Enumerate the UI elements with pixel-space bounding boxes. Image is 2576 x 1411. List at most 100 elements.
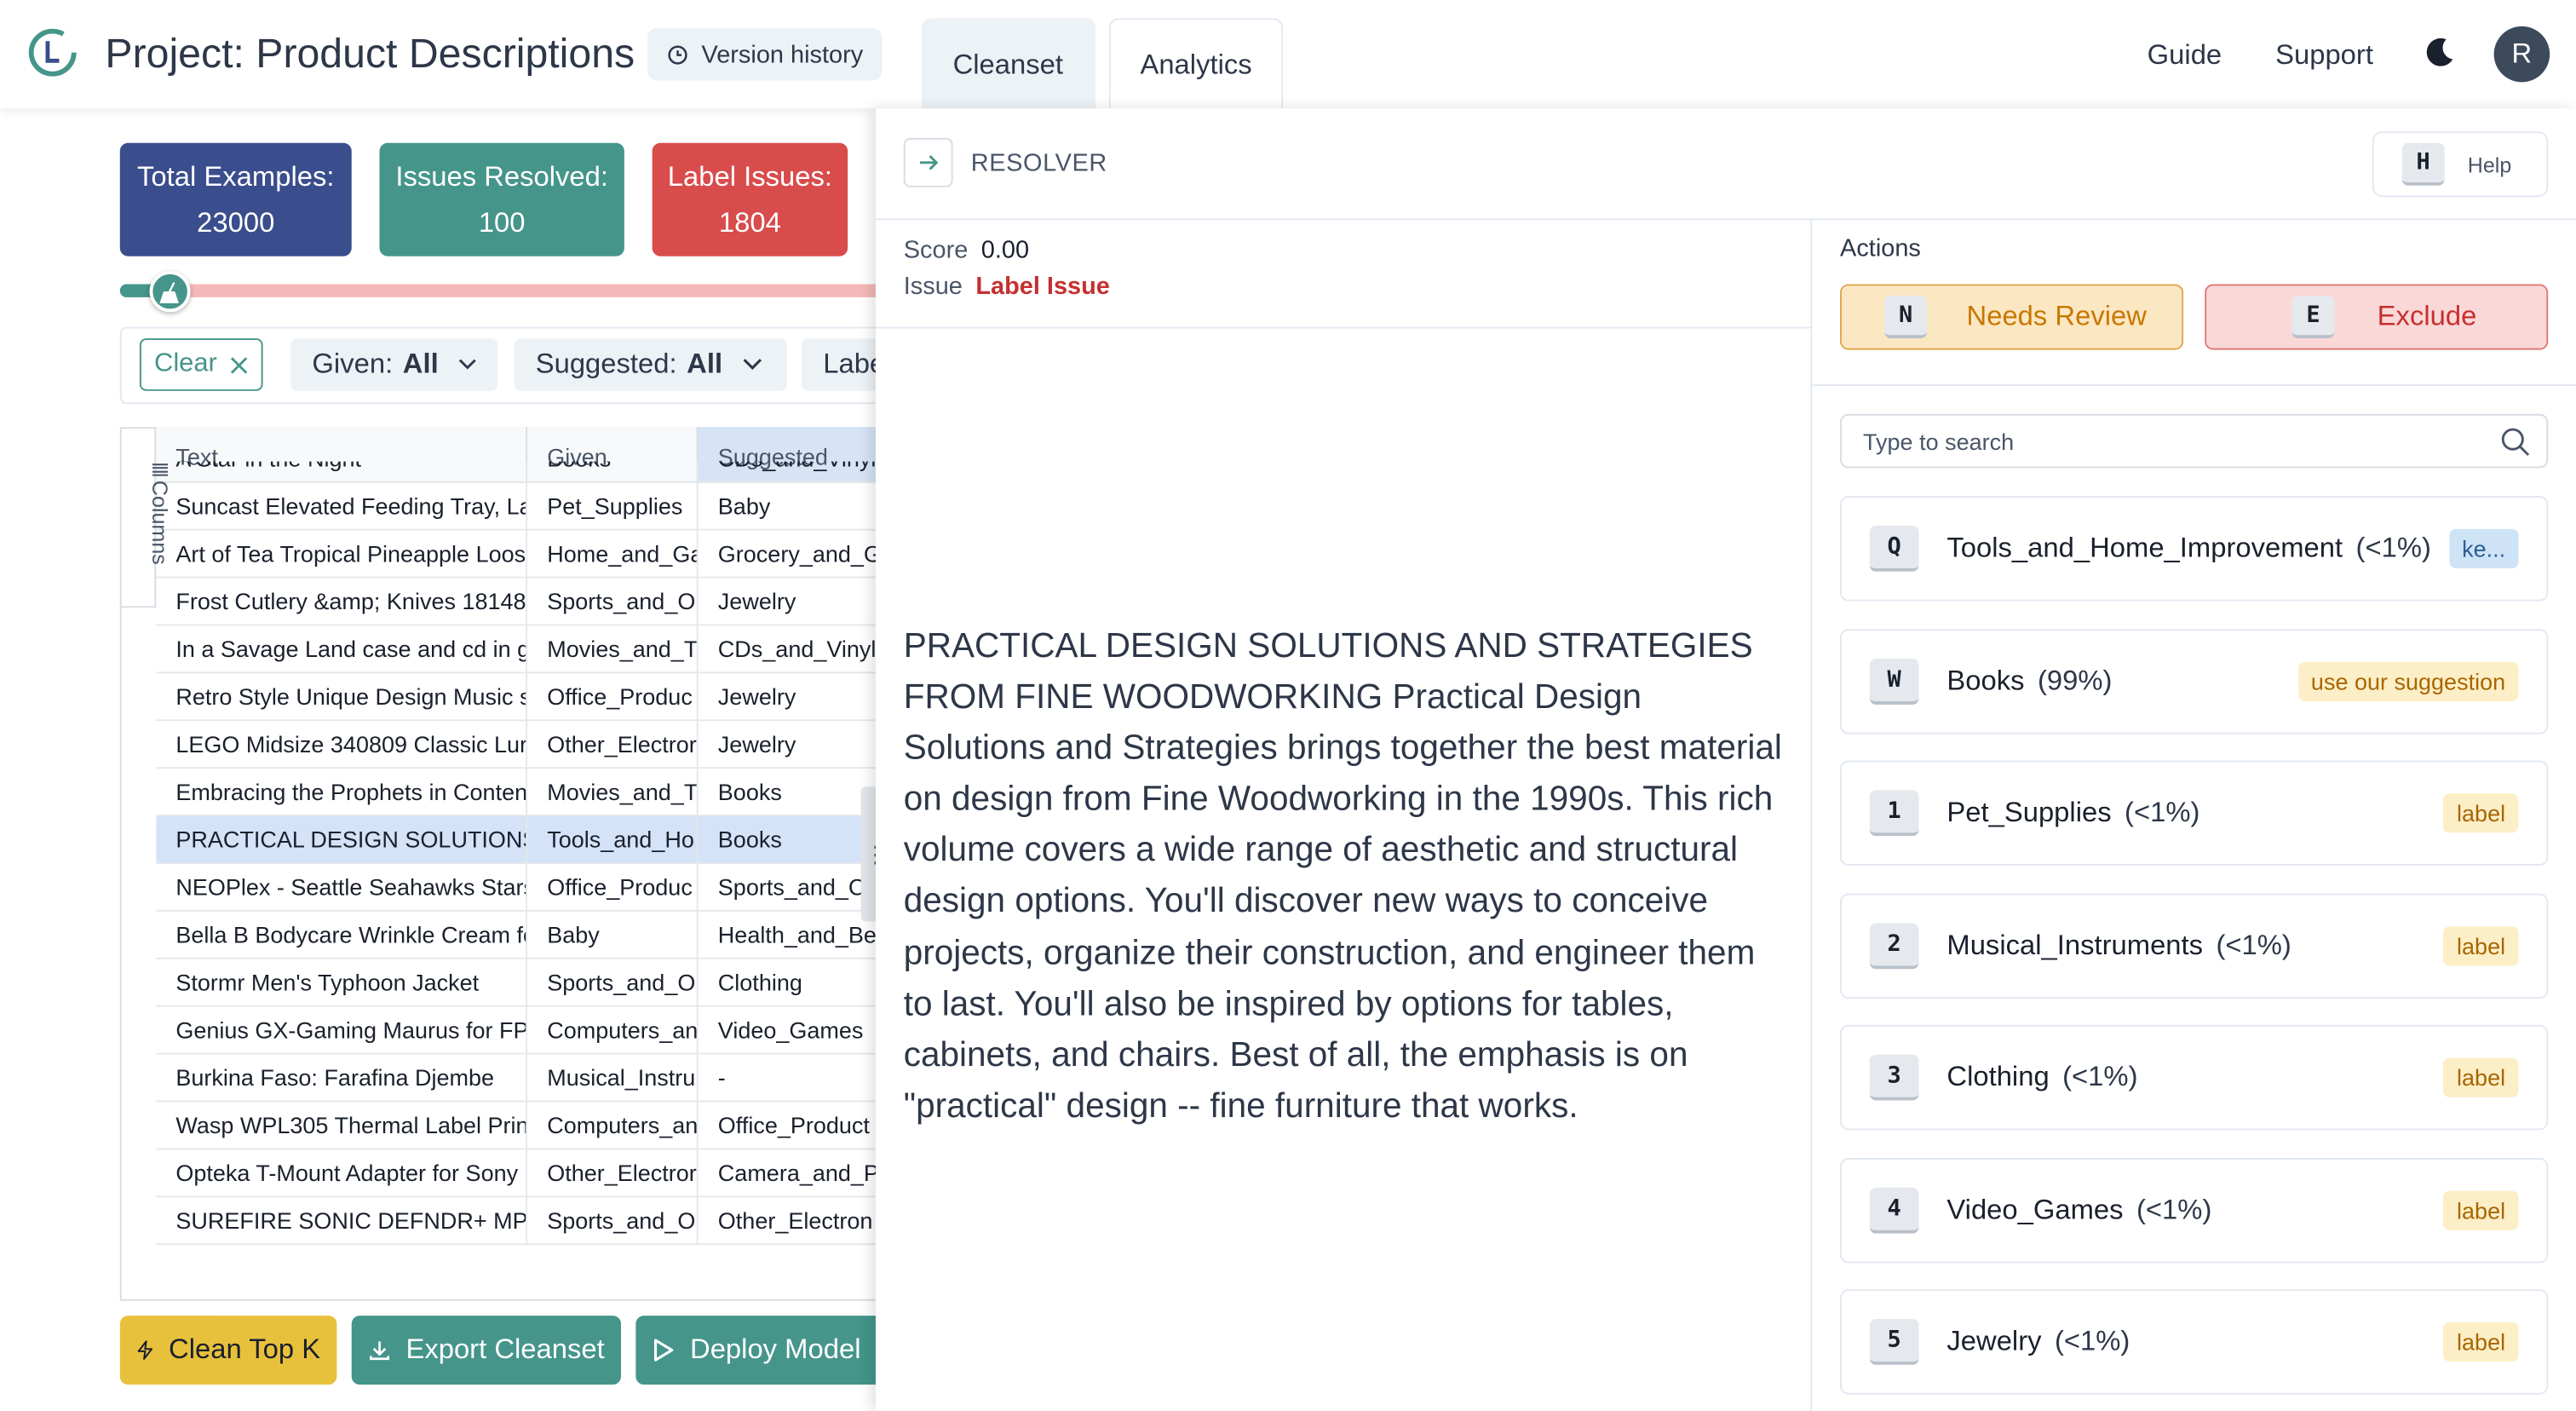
label-option[interactable]: 5 Jewelry (<1%) label: [1840, 1289, 2549, 1395]
cell-given: Movies_and_T: [527, 625, 699, 674]
cell-suggested: Other_Electron: [717, 1207, 873, 1234]
actions-title: Actions: [1840, 234, 1921, 263]
option-shortcut-key: 3: [1869, 1054, 1919, 1101]
needs-review-key: N: [1884, 295, 1928, 339]
table-row[interactable]: SUREFIRE SONIC DEFNDR+ MP PL Sports_and_O…: [156, 1197, 893, 1246]
lightning-icon: [137, 1340, 153, 1360]
cell-given: Other_Electror: [527, 721, 699, 769]
issues-resolved-value: 100: [478, 205, 526, 238]
score-value: 0.00: [980, 236, 1030, 265]
chevron-down-icon: [458, 359, 476, 370]
label-option[interactable]: 3 Clothing (<1%) label: [1840, 1024, 2549, 1131]
table-body: A Star in the NightBooksCDs_and_VinylSun…: [156, 461, 893, 1253]
table-row[interactable]: Suncast Elevated Feeding Tray, La Pet_Sup…: [156, 482, 893, 531]
cell-suggested: Video_Games: [717, 1016, 864, 1044]
play-icon: [653, 1339, 674, 1362]
option-tag: label: [2443, 793, 2519, 833]
label-option[interactable]: 4 Video_Games (<1%) label: [1840, 1157, 2549, 1263]
cell-given: Baby: [527, 911, 699, 959]
deploy-model-button[interactable]: Deploy Model: [635, 1316, 899, 1385]
table-row[interactable]: Opteka T-Mount Adapter for Sony Other_Ele…: [156, 1149, 893, 1198]
cell-text: NEOPlex - Seattle Seahawks Stars: [156, 863, 528, 912]
table-row[interactable]: NEOPlex - Seattle Seahawks Stars Office_P…: [156, 863, 893, 912]
user-avatar[interactable]: R: [2493, 26, 2550, 83]
table-row[interactable]: Art of Tea Tropical Pineapple Loos Home_a…: [156, 530, 893, 579]
search-icon[interactable]: [2500, 427, 2530, 457]
label-issues-value: 1804: [718, 205, 781, 238]
cell-given: Computers_an: [527, 1102, 699, 1150]
table-row[interactable]: LEGO Midsize 340809 Classic Lur Other_Ele…: [156, 721, 893, 769]
table-row[interactable]: Burkina Faso: Farafina Djembe Musical_Ins…: [156, 1054, 893, 1103]
tab-cleanset[interactable]: Cleanset: [921, 18, 1096, 111]
label-option[interactable]: 1 Pet_Supplies (<1%) label: [1840, 760, 2549, 866]
resolver-panel: RESOLVER H Help Score 0.00 Issue Label Iss…: [875, 108, 2576, 1411]
option-tag: label: [2443, 1057, 2519, 1097]
cell-text: Art of Tea Tropical Pineapple Loos: [156, 530, 528, 579]
exclude-button[interactable]: E Exclude: [2205, 284, 2549, 350]
option-shortcut-key: Q: [1869, 525, 1919, 572]
example-text: PRACTICAL DESIGN SOLUTIONS AND STRATEGIE…: [903, 627, 1782, 1126]
issue-value: Label Issue: [975, 272, 1110, 301]
resolver-header: RESOLVER H Help: [875, 108, 2576, 221]
cell-given: Home_and_Ga: [527, 530, 699, 579]
label-search-input[interactable]: Type to search: [1840, 413, 2549, 469]
guide-link[interactable]: Guide: [2148, 39, 2222, 72]
cell-given: Sports_and_O: [527, 959, 699, 1007]
needs-review-button[interactable]: N Needs Review: [1840, 284, 2184, 350]
cell-suggested: CDs_and_Vinyl: [717, 636, 877, 662]
arrow-right-icon: [920, 155, 939, 170]
table-row[interactable]: Stormr Men's Typhoon Jacket Sports_and_O C…: [156, 959, 893, 1007]
table-row[interactable]: A Star in the NightBooksCDs_and_Vinyl: [156, 461, 893, 483]
columns-toggle-label[interactable]: ‖‖ Columns: [147, 462, 172, 565]
cell-given: Musical_Instru: [527, 1054, 699, 1103]
cell-suggested: Jewelry: [717, 682, 796, 710]
cell-text: Frost Cutlery &amp; Knives 18148: [156, 578, 528, 626]
help-button[interactable]: H Help: [2372, 131, 2549, 198]
label-option[interactable]: 2 Musical_Instruments (<1%) label: [1840, 892, 2549, 999]
table-row[interactable]: Wasp WPL305 Thermal Label Prin Computers_…: [156, 1102, 893, 1150]
cell-text: PRACTICAL DESIGN SOLUTIONS /: [156, 816, 528, 864]
cell-suggested: Jewelry: [717, 588, 796, 614]
tab-analytics[interactable]: Analytics: [1108, 18, 1284, 111]
option-percent: (<1%): [2054, 1325, 2130, 1357]
support-link[interactable]: Support: [2275, 39, 2373, 72]
cell-given: Sports_and_O: [527, 578, 699, 626]
cell-given: Office_Produc: [527, 863, 699, 912]
score-label: Score: [903, 236, 969, 265]
issue-line: Issue Label Issue: [904, 273, 1110, 301]
export-cleanset-button[interactable]: Export Cleanset: [351, 1316, 622, 1385]
version-history-button[interactable]: Version history: [647, 27, 883, 81]
table-row[interactable]: PRACTICAL DESIGN SOLUTIONS / Tools_and_Ho…: [156, 816, 893, 864]
table-row[interactable]: In a Savage Land case and cd in g Movies_…: [156, 625, 893, 674]
cell-given: Tools_and_Ho: [527, 816, 699, 864]
option-label: Tools_and_Home_Improvement: [1946, 532, 2343, 564]
cell-suggested: Camera_and_P: [717, 1159, 879, 1186]
cell-text: SUREFIRE SONIC DEFNDR+ MP PL: [156, 1197, 528, 1246]
resolver-title: RESOLVER: [970, 149, 1107, 178]
table-row[interactable]: Bella B Bodycare Wrinkle Cream fo Baby Hea…: [156, 911, 893, 959]
label-option[interactable]: Q Tools_and_Home_Improvement (<1%) ke...: [1840, 496, 2549, 602]
clear-filters-button[interactable]: Clear: [139, 338, 263, 391]
cell-text: Retro Style Unique Design Music s: [156, 673, 528, 722]
help-label: Help: [2467, 152, 2512, 177]
clear-label: Clear: [154, 349, 217, 378]
table-row[interactable]: Frost Cutlery &amp; Knives 18148 Sports_a…: [156, 578, 893, 626]
dark-mode-moon-icon[interactable]: [2422, 34, 2458, 70]
clean-top-k-button[interactable]: Clean Top K: [119, 1316, 337, 1385]
label-option[interactable]: W Books (99%) use our suggestion: [1840, 628, 2549, 734]
cell-text: Genius GX-Gaming Maurus for FPS: [156, 1006, 528, 1055]
table-row[interactable]: Genius GX-Gaming Maurus for FPS Computers…: [156, 1006, 893, 1055]
version-history-label: Version history: [701, 40, 864, 68]
option-percent: (<1%): [2355, 532, 2431, 564]
option-label: Jewelry: [1946, 1325, 2042, 1357]
app-logo-icon[interactable]: [28, 28, 78, 78]
cell-text: Suncast Elevated Feeding Tray, La: [156, 482, 528, 531]
table-row[interactable]: Retro Style Unique Design Music s Office_…: [156, 673, 893, 722]
table-row[interactable]: Embracing the Prophets in Conten Movies_a…: [156, 769, 893, 817]
suggested-filter-dropdown[interactable]: Suggested: All: [514, 338, 787, 391]
progress-track: [119, 284, 893, 297]
given-filter-dropdown[interactable]: Given: All: [290, 338, 498, 391]
cell-suggested: Grocery_and_G: [717, 540, 882, 567]
collapse-resolver-button[interactable]: [903, 137, 953, 187]
export-cleanset-label: Export Cleanset: [405, 1333, 605, 1365]
